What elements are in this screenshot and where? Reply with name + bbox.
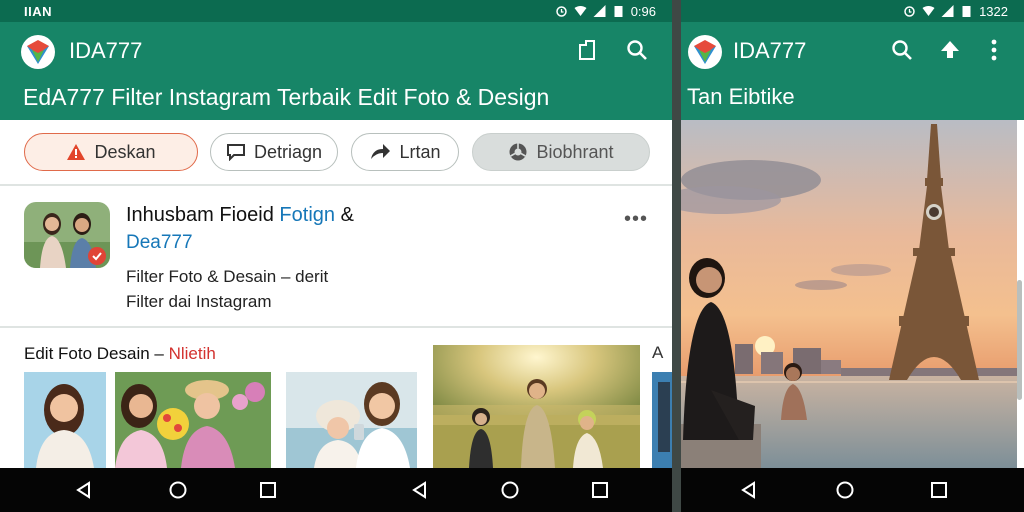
back-icon[interactable] — [74, 480, 94, 500]
app-thumbnail — [24, 202, 110, 268]
back-icon[interactable] — [410, 480, 430, 500]
right-phone-screen: 1322 IDA777 Tan Eibtike — [681, 0, 1024, 512]
title-part-b: Fotign — [279, 204, 336, 226]
chip-label: Detriagn — [253, 141, 323, 162]
share-icon — [371, 144, 391, 159]
photo-two-women-flowers — [115, 372, 271, 468]
divider — [0, 326, 672, 328]
upload-icon — [941, 41, 959, 58]
app-description: Filter Foto & Desain – derit Filter dai … — [126, 264, 426, 314]
signal-icon — [941, 5, 954, 17]
title-part-a: Inhusbam Fioeid — [126, 204, 280, 226]
gallery-photo[interactable] — [433, 345, 640, 468]
gallery-photo[interactable] — [115, 372, 271, 468]
app-logo-icon — [21, 35, 55, 69]
navigation-bar — [0, 468, 672, 512]
recents-icon[interactable] — [929, 480, 949, 500]
battery-icon — [614, 6, 623, 17]
photo-women-selfie — [286, 372, 417, 468]
chrome-icon — [509, 143, 527, 161]
gallery-photo[interactable] — [286, 372, 417, 468]
photo-family-sunlit-field — [433, 345, 640, 468]
search-button[interactable] — [889, 37, 915, 63]
status-bar: IIAN 0:96 — [0, 0, 672, 22]
warning-icon — [67, 144, 86, 160]
app-bar: IDA777 EdA777 Filter Instagram Terbaik E… — [0, 22, 672, 120]
scrollbar[interactable] — [1017, 280, 1022, 400]
photo-sunset-eiffel-tower — [681, 120, 1017, 468]
gallery-heading-accent: Nlietih — [168, 344, 216, 363]
photo-partial — [652, 372, 672, 468]
photo-woman-portrait — [24, 372, 106, 468]
title-part-c: & — [335, 204, 354, 226]
filter-chips-row: Deskan Detriagn Lrtan Biobhrant — [0, 120, 672, 184]
recents-icon[interactable] — [590, 480, 610, 500]
chip-label: Deskan — [94, 141, 156, 162]
home-icon[interactable] — [500, 480, 520, 500]
eiffel-tower-photo[interactable] — [681, 120, 1024, 468]
recents-icon[interactable] — [258, 480, 278, 500]
battery-icon — [962, 6, 971, 17]
home-icon[interactable] — [168, 480, 188, 500]
chip-detriagn[interactable]: Detriagn — [210, 133, 338, 171]
alarm-icon — [555, 6, 567, 17]
gallery-heading: Edit Foto Desain – Nlietih — [24, 344, 216, 364]
left-phone-screen: IIAN 0:96 IDA777 EdA777 Filter Instagram… — [0, 0, 672, 512]
home-icon[interactable] — [835, 480, 855, 500]
status-time: 0:96 — [630, 3, 656, 19]
status-time: 1322 — [979, 3, 1008, 19]
search-button[interactable] — [624, 37, 650, 63]
app-title: IDA777 — [69, 38, 143, 63]
bookmark-button[interactable] — [574, 37, 600, 63]
page-subtitle: EdA777 Filter Instagram Terbaik Edit Fot… — [23, 84, 550, 110]
chip-label: Biobhrant — [536, 141, 614, 162]
desc-line-2: Filter dai Instagram — [126, 292, 272, 311]
more-vert-icon — [991, 39, 997, 61]
app-name-heading: Inhusbam Fioeid Fotign & — [126, 204, 354, 227]
gallery-edge-letter: A — [652, 343, 664, 362]
chat-icon — [226, 144, 245, 161]
app-name-line2: Dea777 — [126, 232, 193, 253]
navigation-bar — [681, 468, 1024, 512]
carrier-label: IIAN — [24, 3, 52, 19]
search-icon — [627, 40, 647, 60]
chip-deskan[interactable]: Deskan — [24, 133, 198, 171]
gallery-photo-partial[interactable] — [652, 372, 672, 468]
more-options-icon[interactable]: ••• — [624, 208, 648, 231]
search-icon — [892, 40, 912, 60]
alarm-icon — [904, 6, 915, 17]
signal-icon — [593, 5, 606, 17]
app-info-card[interactable]: Inhusbam Fioeid Fotign & Dea777 Filter F… — [0, 186, 672, 326]
gallery-photo[interactable] — [24, 372, 106, 468]
page-subtitle: Tan Eibtike — [687, 84, 795, 109]
gallery-heading-text: Edit Foto Desain – — [24, 344, 169, 363]
desc-line-1: Filter Foto & Desain – derit — [126, 267, 329, 286]
app-logo-icon — [688, 35, 722, 69]
wifi-icon — [574, 6, 587, 16]
back-icon[interactable] — [739, 480, 759, 500]
screen-divider — [672, 0, 681, 512]
chip-biobhrant[interactable]: Biobhrant — [472, 133, 650, 171]
app-thumbnail-image — [24, 202, 110, 268]
app-title: IDA777 — [733, 38, 807, 63]
wifi-icon — [922, 6, 935, 16]
upload-button[interactable] — [937, 37, 963, 63]
overflow-menu-button[interactable] — [981, 37, 1007, 63]
status-bar: 1322 — [681, 0, 1024, 22]
chip-lrtan[interactable]: Lrtan — [351, 133, 459, 171]
bookmark-icon — [579, 40, 595, 60]
chip-label: Lrtan — [399, 141, 441, 162]
app-bar: IDA777 Tan Eibtike — [681, 22, 1024, 120]
